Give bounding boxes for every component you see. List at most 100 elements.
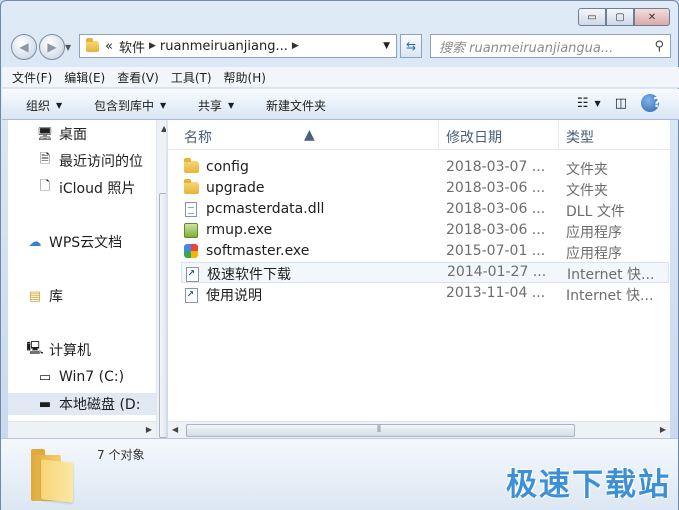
chevron-down-icon: ▼ <box>56 101 63 110</box>
column-date[interactable]: 修改日期 <box>446 127 502 147</box>
folder-icon <box>182 179 200 196</box>
scroll-right-icon[interactable]: ▶ <box>660 425 666 434</box>
file-row-pcmasterdata[interactable]: pcmasterdata.dll 2018-03-06 ... DLL 文件 <box>182 199 670 220</box>
details-pane: 7 个对象 极速下载站 <box>1 438 678 510</box>
breadcrumb-segment-1[interactable]: 软件 <box>119 37 145 56</box>
file-horizontal-scrollbar[interactable]: ◀ ⦀ ▶ <box>168 421 670 438</box>
nav-item-label: 计算机 <box>49 343 91 359</box>
computer-icon: 🖳 <box>26 341 44 356</box>
library-icon: ▤ <box>28 288 42 304</box>
nav-item-drive-d[interactable]: ▬ 本地磁盘 (D: <box>8 393 156 415</box>
view-buttons: ☷ ▼ ◫ ? <box>563 94 661 112</box>
column-type[interactable]: 类型 <box>566 127 594 147</box>
menu-file[interactable]: 文件(F) <box>12 69 52 86</box>
column-divider[interactable] <box>438 120 439 150</box>
file-row-readme[interactable]: 使用说明 2013-11-04 ... Internet 快... <box>182 283 670 304</box>
watermark-text: 极速下载站 <box>506 467 671 503</box>
address-dropdown-icon[interactable]: ▼ <box>383 41 390 51</box>
nav-item-desktop[interactable]: 🖥 桌面 <box>36 123 87 145</box>
include-library-label: 包含到库中 <box>94 99 155 113</box>
folder-icon <box>182 158 200 175</box>
nav-item-label: 桌面 <box>59 127 87 143</box>
back-button[interactable]: ◀ <box>11 34 37 60</box>
address-prefix[interactable]: « <box>105 39 113 54</box>
breadcrumb-segment-2[interactable]: ruanmeiruanjiang... <box>160 39 288 54</box>
view-dropdown-icon[interactable]: ▼ <box>595 99 601 108</box>
file-row-jisu-download[interactable]: 极速软件下载 2014-01-27 ... Internet 快... <box>181 262 669 283</box>
nav-item-label: iCloud 照片 <box>59 181 136 197</box>
nav-item-drive-c[interactable]: ▭ Win7 (C:) <box>36 366 124 388</box>
scroll-left-icon[interactable]: ◀ <box>172 425 178 434</box>
menu-view[interactable]: 查看(V) <box>117 69 159 86</box>
minimize-icon: ▭ <box>587 11 597 23</box>
drive-c-icon: ▭ <box>38 369 52 385</box>
file-date: 2018-03-06 ... <box>446 222 546 238</box>
file-date: 2015-07-01 ... <box>446 243 546 259</box>
chevron-down-icon: ▼ <box>160 101 167 110</box>
nav-item-label: 本地磁盘 (D: <box>59 397 141 413</box>
file-type: Internet 快... <box>567 267 655 283</box>
nav-vertical-scrollbar[interactable]: ▲ <box>156 120 166 438</box>
close-button[interactable]: ✕ <box>634 8 670 26</box>
command-bar: 组织 ▼ 包含到库中 ▼ 共享 ▼ 新建文件夹 ☷ ▼ ◫ ? <box>2 89 679 120</box>
drive-icon: ▬ <box>38 396 52 412</box>
nav-item-label: 最近访问的位 <box>59 154 143 170</box>
forward-button[interactable]: ▶ <box>39 34 65 60</box>
dll-file-icon <box>182 201 200 217</box>
breadcrumb-arrow-icon[interactable]: ▶ <box>149 41 156 51</box>
include-library-button[interactable]: 包含到库中 ▼ <box>94 97 166 114</box>
share-button[interactable]: 共享 ▼ <box>198 97 234 114</box>
file-name: rmup.exe <box>206 222 273 238</box>
new-folder-label: 新建文件夹 <box>266 99 327 113</box>
file-scroll-thumb[interactable]: ⦀ <box>186 424 575 437</box>
column-name[interactable]: 名称 <box>184 127 212 147</box>
nav-item-icloud-photos[interactable]: 🗋 iCloud 照片 <box>36 177 136 199</box>
file-type: 文件夹 <box>566 162 608 178</box>
maximize-button[interactable]: ▢ <box>606 8 634 26</box>
file-date: 2013-11-04 ... <box>446 285 546 301</box>
search-input[interactable]: 搜索 ruanmeiruanjiangua... ⚲ <box>430 34 671 58</box>
forward-arrow-icon: ▶ <box>47 40 57 54</box>
address-bar[interactable]: « 软件 ▶ ruanmeiruanjiang... ▶ ▼ <box>79 34 397 58</box>
nav-item-computer[interactable]: 🖳 计算机 <box>26 339 91 361</box>
search-icon[interactable]: ⚲ <box>654 39 664 54</box>
file-row-config[interactable]: config 2018-03-07 ... 文件夹 <box>182 157 670 178</box>
shortcut-icon <box>182 287 200 303</box>
maximize-icon: ▢ <box>615 11 625 23</box>
large-folder-icon <box>31 449 75 503</box>
file-name: softmaster.exe <box>206 243 310 259</box>
file-name: 极速软件下载 <box>207 267 291 283</box>
scroll-right-icon[interactable]: ▶ <box>146 425 152 434</box>
organize-button[interactable]: 组织 ▼ <box>26 97 62 114</box>
close-icon: ✕ <box>647 11 657 23</box>
file-row-rmup[interactable]: rmup.exe 2018-03-06 ... 应用程序 <box>182 220 670 241</box>
refresh-button[interactable]: ⇆ <box>400 34 422 58</box>
grip-icon: ⦀ <box>377 425 381 435</box>
back-arrow-icon: ◀ <box>19 40 29 54</box>
nav-horizontal-scrollbar[interactable]: ▶ <box>8 421 156 438</box>
sort-arrow-icon: ▲ <box>304 127 315 143</box>
menu-help[interactable]: 帮助(H) <box>224 69 266 86</box>
refresh-icon: ⇆ <box>405 39 417 53</box>
column-divider[interactable] <box>558 120 559 150</box>
file-row-upgrade[interactable]: upgrade 2018-03-06 ... 文件夹 <box>182 178 670 199</box>
preview-pane-icon[interactable]: ◫ <box>615 96 627 111</box>
recent-pages-dropdown[interactable]: ▼ <box>65 43 71 52</box>
view-options-icon[interactable]: ☷ <box>577 96 589 111</box>
nav-scroll-thumb[interactable] <box>159 193 166 438</box>
file-row-softmaster[interactable]: softmaster.exe 2015-07-01 ... 应用程序 <box>182 241 670 262</box>
file-date: 2018-03-07 ... <box>446 159 546 175</box>
menu-edit[interactable]: 编辑(E) <box>64 69 105 86</box>
item-count: 7 个对象 <box>97 448 145 462</box>
minimize-button[interactable]: ▭ <box>578 8 606 26</box>
desktop-icon: 🖥 <box>36 126 54 142</box>
nav-item-recent-places[interactable]: 🗎 最近访问的位 <box>36 150 143 172</box>
cloud-icon: ☁ <box>28 234 42 250</box>
nav-item-wps-cloud[interactable]: ☁ WPS云文档 <box>26 231 123 253</box>
new-folder-button[interactable]: 新建文件夹 <box>266 97 326 114</box>
nav-item-libraries[interactable]: ▤ 库 <box>26 285 63 307</box>
scroll-up-icon[interactable]: ▲ <box>161 124 166 133</box>
menu-tools[interactable]: 工具(T) <box>171 69 212 86</box>
breadcrumb-arrow-icon[interactable]: ▶ <box>292 41 299 51</box>
help-button[interactable]: ? <box>641 94 661 112</box>
